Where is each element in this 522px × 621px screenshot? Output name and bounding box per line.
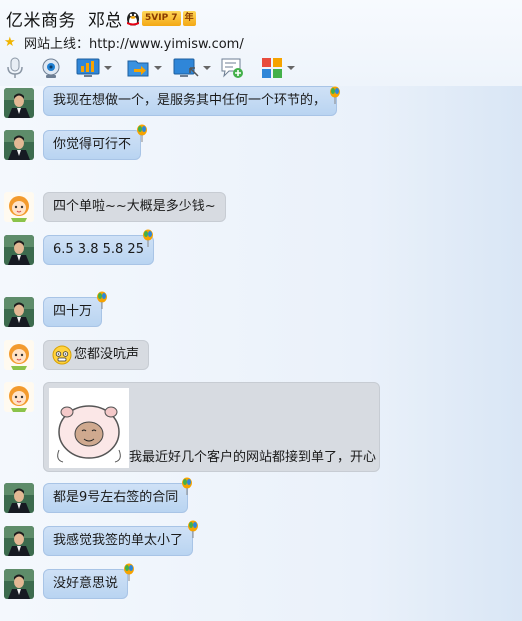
- contact-name[interactable]: 邓总: [88, 6, 122, 31]
- apps-button[interactable]: [258, 54, 298, 82]
- man-avatar-icon: [4, 130, 34, 160]
- image-message-bubble[interactable]: 我最近好几个客户的网站都接到单了，开心: [43, 382, 380, 472]
- balloon-tag-icon: [188, 520, 198, 538]
- message-text: 四个单啦~~大概是多少钱~: [53, 199, 216, 214]
- girl-avatar-icon: [4, 192, 34, 222]
- man-avatar-icon: [4, 526, 34, 556]
- message-list[interactable]: 我现在想做一个，是服务其中任何一个环节的， 你觉得可行不 四个单啦~~大概是多少…: [0, 86, 522, 621]
- girl-avatar-icon: [4, 382, 34, 412]
- screen-share-button[interactable]: [74, 54, 114, 82]
- message-text: 你觉得可行不: [53, 137, 132, 152]
- year-badge: 年: [182, 10, 196, 26]
- send-sms-button[interactable]: [220, 54, 244, 82]
- chevron-down-icon: [104, 66, 112, 70]
- meme-sticker-image[interactable]: [49, 388, 129, 468]
- balloon-tag-icon: [137, 124, 147, 142]
- man-avatar-icon: [4, 235, 34, 265]
- message-text: 都是9号左右签的合同: [53, 490, 179, 505]
- message-bubble[interactable]: 没好意思说: [43, 569, 129, 599]
- sms-icon: [221, 58, 243, 78]
- message-bubble[interactable]: 6.5 3.8 5.8 25: [43, 235, 154, 265]
- avatar[interactable]: [4, 382, 34, 412]
- man-avatar-icon: [4, 569, 34, 599]
- girl-avatar-icon: [4, 340, 34, 370]
- message-bubble[interactable]: 都是9号左右签的合同: [43, 483, 189, 513]
- man-avatar-icon: [4, 483, 34, 513]
- avatar[interactable]: [4, 297, 34, 327]
- balloon-tag-icon: [330, 86, 340, 104]
- message-bubble[interactable]: 我现在想做一个，是服务其中任何一个环节的，: [43, 86, 337, 116]
- signature-text[interactable]: 网站上线：http://www.yimisw.com/: [24, 33, 244, 52]
- message-text: 我感觉我签的单太小了: [53, 533, 184, 548]
- voice-call-button[interactable]: [4, 54, 26, 82]
- avatar[interactable]: [4, 340, 34, 370]
- chat-toolbar: [4, 54, 298, 82]
- avatar[interactable]: [4, 483, 34, 513]
- message-text: 6.5 3.8 5.8 25: [53, 242, 144, 257]
- title-row: 亿米商务 邓总 5VIP 7 年: [6, 6, 196, 31]
- screen-share-icon: [76, 58, 100, 77]
- balloon-tag-icon: [97, 291, 107, 309]
- message-bubble[interactable]: 我感觉我签的单太小了: [43, 526, 194, 556]
- vip-badge[interactable]: 5VIP 7: [142, 10, 181, 26]
- message-bubble[interactable]: 四个单啦~~大概是多少钱~: [43, 192, 226, 222]
- file-transfer-icon: [127, 60, 149, 77]
- video-icon: [42, 58, 60, 78]
- qq-penguin-icon: [125, 9, 141, 27]
- remote-desktop-button[interactable]: [172, 54, 212, 82]
- balloon-tag-icon: [182, 477, 192, 495]
- message-text: 没好意思说: [53, 576, 119, 591]
- signature-row: ★ 网站上线：http://www.yimisw.com/: [4, 33, 244, 52]
- message-bubble[interactable]: 您都没吭声: [43, 340, 150, 370]
- microphone-icon: [7, 57, 23, 78]
- file-transfer-button[interactable]: [124, 54, 164, 82]
- avatar[interactable]: [4, 130, 34, 160]
- contact-company: 亿米商务: [6, 10, 76, 31]
- nervous-emoji-icon: [52, 345, 72, 365]
- avatar[interactable]: [4, 569, 34, 599]
- chat-header: 亿米商务 邓总 5VIP 7 年 ★ 网站上线：http://www.yimis…: [0, 0, 522, 86]
- remote-desktop-icon: [173, 58, 199, 77]
- balloon-tag-icon: [143, 229, 153, 247]
- message-text: 四十万: [53, 304, 93, 319]
- star-icon: ★: [4, 34, 16, 50]
- message-bubble[interactable]: 四十万: [43, 297, 103, 327]
- man-avatar-icon: [4, 88, 34, 118]
- pig-meme-icon: [49, 388, 129, 468]
- chevron-down-icon: [154, 66, 162, 70]
- chevron-down-icon: [203, 66, 211, 70]
- message-text: 我最近好几个客户的网站都接到单了，开心: [129, 450, 377, 465]
- chevron-down-icon: [287, 66, 295, 70]
- message-text: 我现在想做一个，是服务其中任何一个环节的，: [53, 93, 327, 108]
- video-call-button[interactable]: [40, 54, 62, 82]
- avatar[interactable]: [4, 526, 34, 556]
- balloon-tag-icon: [124, 563, 134, 581]
- avatar[interactable]: [4, 235, 34, 265]
- avatar[interactable]: [4, 88, 34, 118]
- apps-icon: [262, 58, 282, 78]
- avatar[interactable]: [4, 192, 34, 222]
- man-avatar-icon: [4, 297, 34, 327]
- message-text: 您都没吭声: [74, 347, 140, 362]
- message-bubble[interactable]: 你觉得可行不: [43, 130, 142, 160]
